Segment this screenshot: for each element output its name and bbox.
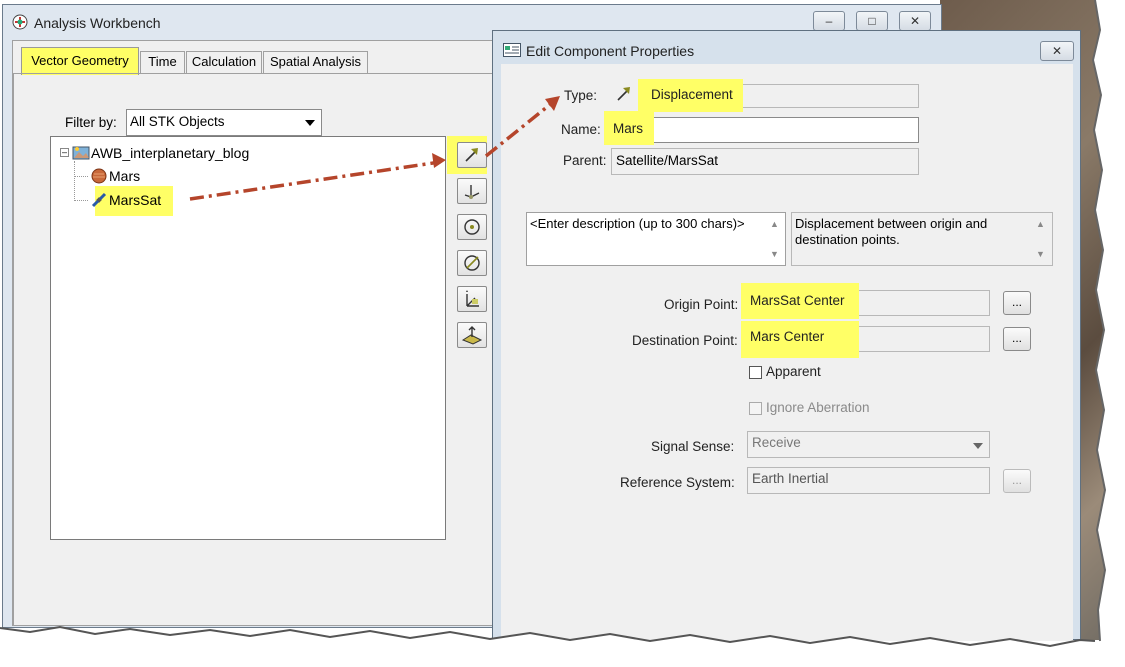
scroll-up-icon[interactable]: ▲ bbox=[1036, 219, 1045, 229]
close-button[interactable]: ✕ bbox=[899, 11, 931, 31]
description-input[interactable]: <Enter description (up to 300 chars)> ▲ … bbox=[526, 212, 786, 266]
scroll-down-icon[interactable]: ▼ bbox=[770, 249, 779, 259]
tab-label: Time bbox=[148, 54, 177, 69]
dialog-icon bbox=[503, 43, 521, 60]
dialog-client-area: Type: Displacement Name: Mars Parent: Sa… bbox=[501, 64, 1073, 641]
tree-root-label[interactable]: AWB_interplanetary_blog bbox=[91, 145, 249, 161]
destination-point-value: Mars Center bbox=[750, 329, 825, 344]
satellite-icon bbox=[91, 192, 107, 211]
dialog-close-button[interactable]: ✕ bbox=[1040, 41, 1074, 61]
chevron-down-icon bbox=[973, 443, 983, 449]
destination-browse-button[interactable]: ... bbox=[1003, 327, 1031, 351]
point-button[interactable] bbox=[457, 214, 487, 240]
window-title: Analysis Workbench bbox=[34, 15, 161, 31]
parent-field: Satellite/MarsSat bbox=[611, 148, 919, 175]
name-label: Name: bbox=[561, 122, 601, 137]
tab-calculation[interactable]: Calculation bbox=[186, 51, 262, 73]
plane-icon bbox=[461, 326, 483, 345]
reference-system-field: Earth Inertial bbox=[747, 467, 990, 494]
tab-page-border bbox=[13, 73, 14, 625]
displacement-icon bbox=[614, 84, 634, 107]
system-button[interactable] bbox=[457, 286, 487, 312]
type-value: Displacement bbox=[651, 87, 733, 102]
apparent-label: Apparent bbox=[766, 364, 821, 379]
tab-label: Vector Geometry bbox=[31, 53, 129, 68]
signal-sense-value: Receive bbox=[752, 435, 801, 450]
tree-item-marssat[interactable]: MarsSat bbox=[109, 192, 161, 208]
planet-icon bbox=[91, 168, 107, 187]
name-input[interactable] bbox=[611, 117, 919, 143]
tab-label: Spatial Analysis bbox=[269, 54, 362, 69]
type-label: Type: bbox=[564, 88, 598, 103]
apparent-checkbox[interactable] bbox=[749, 366, 762, 379]
angle-button[interactable] bbox=[457, 250, 487, 276]
tab-spatial-analysis[interactable]: Spatial Analysis bbox=[263, 51, 368, 73]
parent-value: Satellite/MarsSat bbox=[616, 153, 719, 168]
description-placeholder: <Enter description (up to 300 chars)> bbox=[530, 216, 745, 231]
tree-line bbox=[74, 161, 76, 201]
axes-button[interactable] bbox=[457, 178, 487, 204]
dialog-title: Edit Component Properties bbox=[526, 43, 695, 59]
parent-label: Parent: bbox=[563, 153, 607, 168]
app-icon bbox=[11, 13, 29, 31]
tab-time[interactable]: Time bbox=[140, 51, 185, 73]
tab-divider bbox=[13, 73, 493, 74]
system-icon bbox=[466, 290, 479, 307]
reference-system-value: Earth Inertial bbox=[752, 471, 829, 486]
type-description-box: Displacement between origin and destinat… bbox=[791, 212, 1053, 266]
tab-vector-geometry[interactable]: Vector Geometry bbox=[21, 47, 139, 75]
destination-point-label: Destination Point: bbox=[632, 333, 738, 348]
tree-line bbox=[74, 200, 88, 201]
tree-line bbox=[74, 176, 88, 177]
reference-system-browse-button[interactable]: ... bbox=[1003, 469, 1031, 493]
origin-point-label: Origin Point: bbox=[664, 297, 739, 312]
collapse-icon[interactable]: – bbox=[60, 148, 69, 157]
vector-button[interactable] bbox=[457, 142, 487, 168]
ignore-aberration-label: Ignore Aberration bbox=[766, 400, 870, 415]
type-description-text: Displacement between origin and destinat… bbox=[795, 216, 988, 247]
reference-system-label: Reference System: bbox=[620, 475, 735, 490]
axes-icon bbox=[464, 185, 480, 199]
plane-button[interactable] bbox=[457, 322, 487, 348]
origin-point-value: MarsSat Center bbox=[750, 293, 845, 308]
edit-component-properties-dialog: Edit Component Properties ✕ Type: Displa… bbox=[492, 30, 1081, 641]
minimize-button[interactable]: – bbox=[813, 11, 845, 31]
angle-icon bbox=[464, 255, 480, 271]
filter-label: Filter by: bbox=[65, 115, 117, 130]
point-icon bbox=[464, 219, 480, 235]
maximize-button[interactable]: □ bbox=[856, 11, 888, 31]
vector-icon bbox=[465, 148, 478, 162]
chevron-down-icon bbox=[305, 120, 315, 126]
filter-value: All STK Objects bbox=[130, 114, 225, 129]
filter-dropdown[interactable]: All STK Objects bbox=[126, 109, 322, 136]
scroll-up-icon[interactable]: ▲ bbox=[770, 219, 779, 229]
ignore-aberration-checkbox[interactable] bbox=[749, 402, 762, 415]
tab-label: Calculation bbox=[191, 54, 257, 69]
origin-browse-button[interactable]: ... bbox=[1003, 291, 1031, 315]
name-value: Mars bbox=[613, 121, 643, 136]
object-tree[interactable]: – AWB_interplanetary_blog Mars MarsSat bbox=[50, 136, 446, 540]
signal-sense-label: Signal Sense: bbox=[651, 439, 735, 454]
scroll-down-icon[interactable]: ▼ bbox=[1036, 249, 1045, 259]
signal-sense-dropdown[interactable]: Receive bbox=[747, 431, 990, 458]
tree-item-mars[interactable]: Mars bbox=[109, 168, 140, 184]
